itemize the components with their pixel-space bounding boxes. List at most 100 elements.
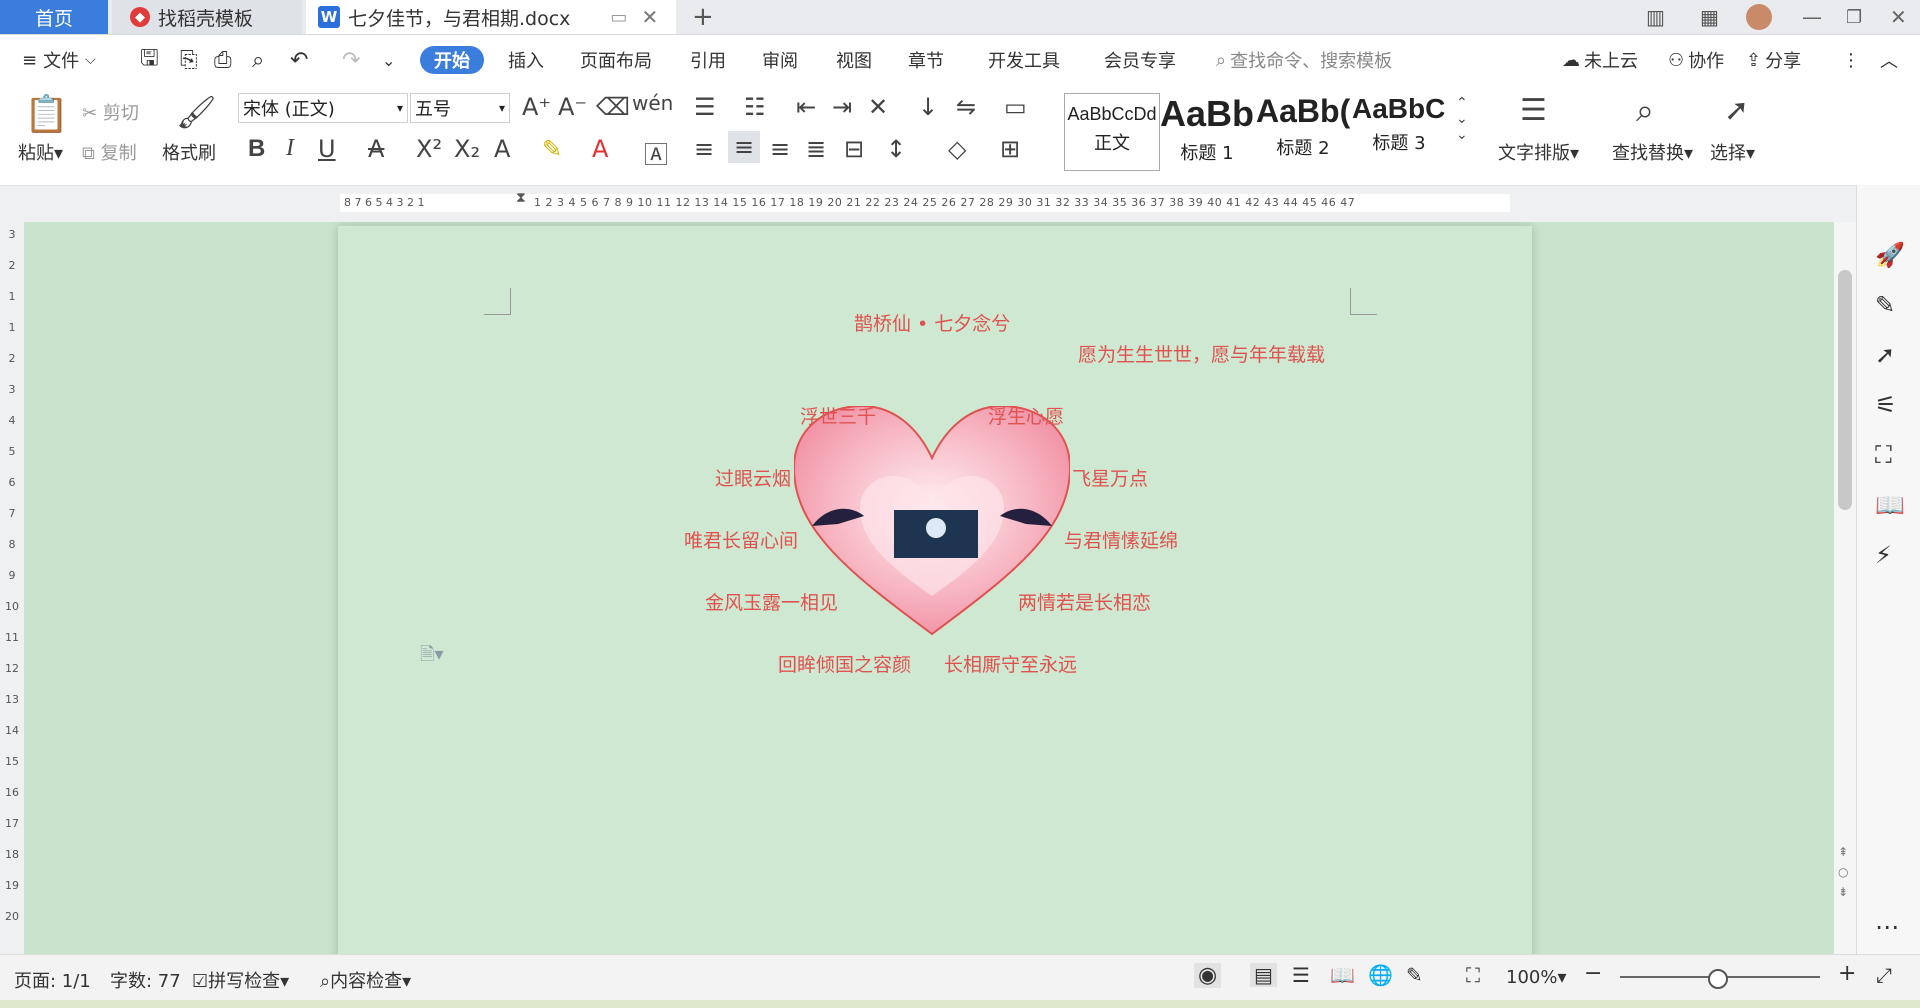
style-heading-1[interactable]: AaBb 标题 1 xyxy=(1160,93,1254,169)
redo-icon[interactable]: ↷ xyxy=(342,35,360,85)
strikethrough-icon[interactable]: A xyxy=(368,135,384,163)
superscript-icon[interactable]: X² xyxy=(416,135,442,163)
sliders-icon[interactable]: ⚟ xyxy=(1875,391,1897,419)
pin-icon[interactable]: ▭ xyxy=(610,7,627,28)
rocket-icon[interactable]: 🚀 xyxy=(1875,241,1905,269)
export-icon[interactable]: ⎘ xyxy=(180,35,198,85)
collab-button[interactable]: ⚇ 协作 xyxy=(1668,35,1724,85)
italic-icon[interactable]: I xyxy=(286,135,294,162)
style-normal[interactable]: AaBbCcDd 正文 xyxy=(1064,93,1160,171)
avatar[interactable] xyxy=(1746,0,1772,34)
book-search-icon[interactable]: 📖 xyxy=(1875,491,1905,519)
page-view-icon[interactable]: ▤ xyxy=(1250,963,1277,987)
char-border-icon[interactable]: 🄰 xyxy=(644,135,668,170)
pinyin-guide-icon[interactable]: wén xyxy=(632,91,673,115)
share-button[interactable]: ⇪ 分享 xyxy=(1746,35,1801,85)
align-right-icon[interactable]: ≡ xyxy=(770,135,790,163)
window-close-icon[interactable]: ✕ xyxy=(1890,0,1907,34)
scrollbar-thumb[interactable] xyxy=(1838,270,1852,510)
paste-options-icon[interactable]: 🗎▾ xyxy=(420,642,444,672)
underline-icon[interactable]: U xyxy=(318,135,336,163)
cursor-icon[interactable]: ➚ xyxy=(1724,93,1749,128)
tab-start[interactable]: 开始 xyxy=(420,46,484,74)
zoom-in-icon[interactable]: + xyxy=(1838,961,1856,986)
align-left-icon[interactable]: ≡ xyxy=(694,135,714,163)
clear-format-icon[interactable]: ⌫ xyxy=(596,93,630,121)
sort-icon[interactable]: ↓ xyxy=(918,93,938,121)
undo-icon[interactable]: ↶ xyxy=(290,35,308,85)
collapse-ribbon-icon[interactable]: ︿ xyxy=(1880,35,1898,85)
close-icon[interactable]: ✕ xyxy=(641,5,658,29)
styles-scroll-icon[interactable]: ⌃ ⌄ ⌄ xyxy=(1456,95,1468,143)
tab-insert[interactable]: 插入 xyxy=(508,35,544,85)
tab-section[interactable]: 章节 xyxy=(908,35,944,85)
tab-document[interactable]: W 七夕佳节，与君相期.docx ▭ ✕ xyxy=(306,0,676,34)
tab-review[interactable]: 审阅 xyxy=(762,35,798,85)
table-icon[interactable]: ▭ xyxy=(1004,93,1027,121)
zoom-slider-thumb[interactable] xyxy=(1708,969,1728,989)
word-count[interactable]: 字数: 77 xyxy=(110,967,181,993)
paste-icon[interactable]: 📋 xyxy=(24,93,69,135)
lightning-icon[interactable]: ⚡ xyxy=(1875,541,1892,569)
grow-font-icon[interactable]: A⁺ xyxy=(522,93,551,121)
align-center-icon[interactable]: ≡ xyxy=(728,131,761,163)
tab-template[interactable]: ◆ 找稻壳模板 xyxy=(112,0,302,34)
select-button[interactable]: 选择▾ xyxy=(1710,139,1755,165)
justify-icon[interactable]: ≣ xyxy=(806,135,826,163)
text-effect-icon[interactable]: A xyxy=(494,135,510,163)
fullscreen-icon[interactable]: ⤢ xyxy=(1876,963,1892,987)
tab-page-layout[interactable]: 页面布局 xyxy=(580,35,652,85)
text-layout-button[interactable]: 文字排版▾ xyxy=(1498,139,1579,165)
tab-developer[interactable]: 开发工具 xyxy=(988,35,1060,85)
shrink-font-icon[interactable]: A⁻ xyxy=(558,93,587,121)
show-marks-icon[interactable]: ⇋ xyxy=(956,93,976,121)
style-heading-3[interactable]: AaBbC(标题 3 xyxy=(1352,93,1446,169)
more-chevron-icon[interactable]: ⌄ xyxy=(382,35,395,85)
pen-icon[interactable]: ✎ xyxy=(1875,291,1895,319)
print-preview-icon[interactable]: ⌕ xyxy=(252,35,264,85)
style-heading-2[interactable]: AaBb(标题 2 xyxy=(1256,93,1350,169)
spell-check-button[interactable]: ☑拼写检查▾ xyxy=(192,967,289,993)
command-search[interactable]: ⌕ 查找命令、搜索模板 xyxy=(1216,35,1392,85)
find-icon[interactable]: ⌕ xyxy=(1636,91,1654,130)
decrease-indent-icon[interactable]: ⇤ xyxy=(796,93,816,121)
borders-icon[interactable]: ⊞ xyxy=(1000,135,1020,163)
zoom-out-icon[interactable]: − xyxy=(1584,961,1602,986)
pointer-icon[interactable]: ➚ xyxy=(1875,341,1895,369)
fit-page-icon[interactable]: ⛶ xyxy=(1466,963,1480,987)
line-spacing-icon[interactable]: ↕ xyxy=(886,135,906,163)
apps-grid-icon[interactable]: ▦ xyxy=(1700,0,1719,34)
shading-icon[interactable]: ◇ xyxy=(948,135,966,163)
tab-view[interactable]: 视图 xyxy=(836,35,872,85)
minimize-icon[interactable]: — xyxy=(1802,0,1822,34)
vertical-ruler[interactable]: 3 2 1 1 2 3 4 5 6 7 8 9 10 11 12 13 14 15 16 17 18 19 20 xyxy=(0,222,24,954)
print-icon[interactable]: ⎙ xyxy=(214,35,232,85)
more-dots-icon[interactable]: ⋯ xyxy=(1875,913,1899,941)
tab-member[interactable]: 会员专享 xyxy=(1104,35,1176,85)
font-name-select[interactable]: 宋体 (正文) ▾ xyxy=(238,93,408,123)
highlight-icon[interactable]: ✎ xyxy=(542,135,562,163)
subscript-icon[interactable]: X₂ xyxy=(454,135,480,163)
page-nav-icon[interactable]: ⇞ ○ ⇟ xyxy=(1838,842,1848,902)
zoom-select[interactable]: 100%▾ xyxy=(1506,967,1567,988)
format-painter-icon[interactable]: 🖌 xyxy=(176,93,217,131)
tab-references[interactable]: 引用 xyxy=(690,35,726,85)
bold-icon[interactable]: B xyxy=(248,135,265,163)
copy-button[interactable]: ⧉ 复制 xyxy=(82,139,137,165)
format-painter-button[interactable]: 格式刷 xyxy=(162,139,216,165)
font-size-select[interactable]: 五号 ▾ xyxy=(410,93,510,123)
text-layout-icon[interactable]: ☰ xyxy=(1520,93,1547,128)
image-tool-icon[interactable]: ⛶ xyxy=(1875,441,1892,469)
paste-button[interactable]: 粘贴▾ xyxy=(18,139,63,165)
tab-home[interactable]: 首页 xyxy=(0,0,108,34)
layout-icon[interactable]: ▥ xyxy=(1646,0,1665,34)
numbered-list-icon[interactable]: ☷ xyxy=(744,93,766,121)
find-replace-button[interactable]: 查找替换▾ xyxy=(1612,139,1693,165)
distribute-icon[interactable]: ⊟ xyxy=(844,135,864,163)
write-mode-icon[interactable]: ✎ xyxy=(1406,963,1423,987)
new-tab-icon[interactable]: + xyxy=(692,0,714,34)
content-check-button[interactable]: ⌕内容检查▾ xyxy=(320,967,411,993)
document-page[interactable]: 鹊桥仙 • 七夕念兮 愿为生生世世，愿与年年载载 浮世三千 浮生心愿 过眼云烟 … xyxy=(338,226,1532,954)
cut-button[interactable]: ✂ 剪切 xyxy=(82,99,139,125)
font-color-icon[interactable]: A xyxy=(592,135,608,163)
